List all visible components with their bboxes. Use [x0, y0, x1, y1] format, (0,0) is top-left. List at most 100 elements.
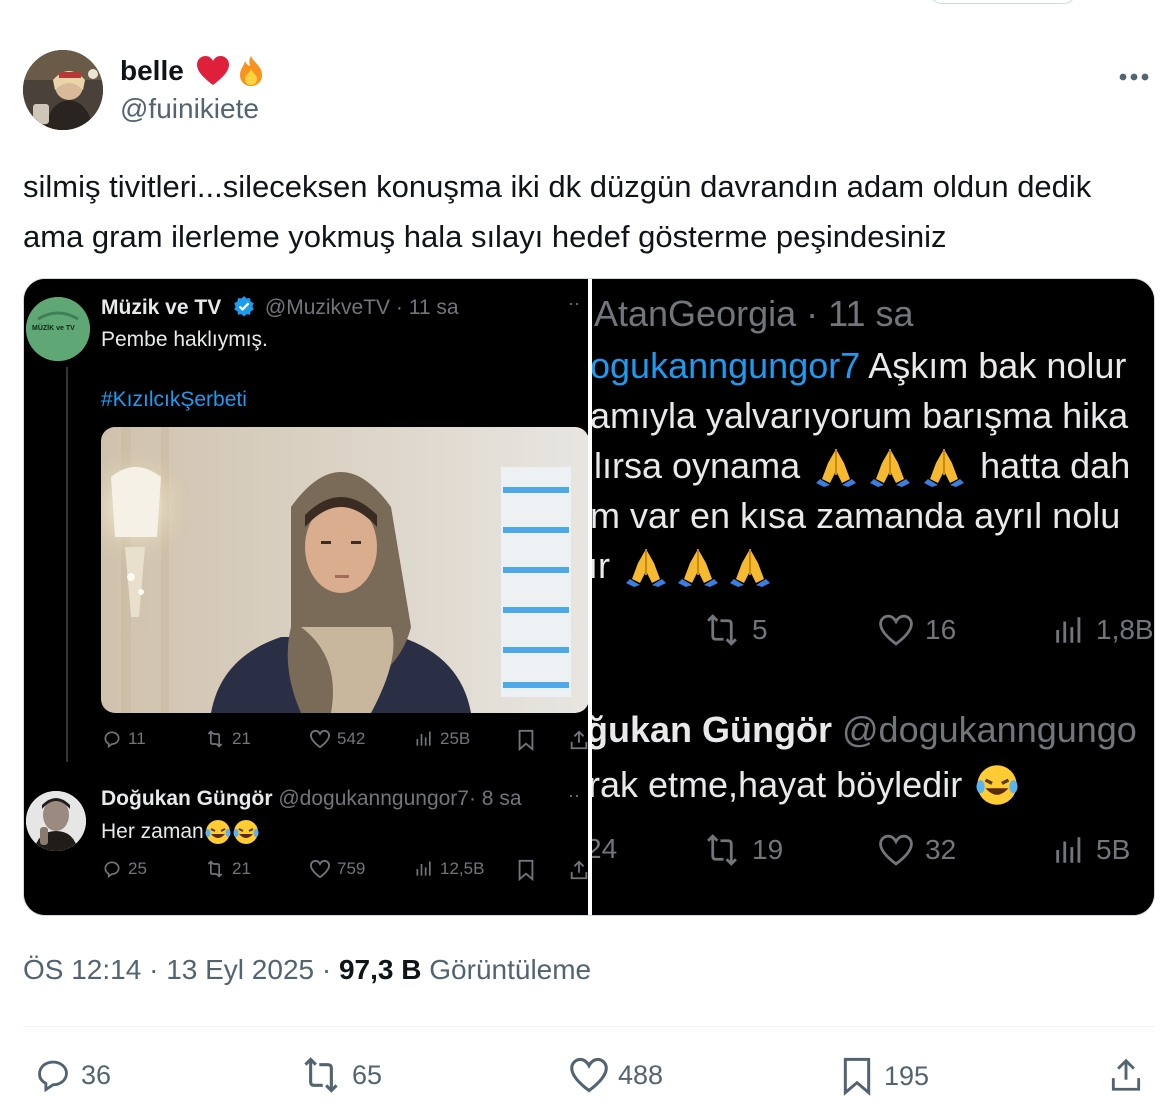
tweet-timestamp: ÖS 12:14 · 13 Eyl 2025 · 97,3 B Görüntül… [23, 954, 591, 986]
views-count[interactable]: 97,3 B [339, 954, 422, 986]
heart-outline-icon [309, 729, 331, 749]
embed2-name: Doğukan Güngör [101, 787, 273, 810]
embed2-time: · 8 sa [468, 787, 522, 810]
praying-hands-group [624, 545, 772, 587]
right-line3a: lırsa oynama [594, 445, 801, 486]
heart-outline-icon [879, 614, 913, 646]
retweet-count: 65 [352, 1059, 383, 1090]
embed1-share-icon [568, 729, 588, 751]
right-header: AtanGeorgia · 11 sa [594, 293, 914, 334]
right-views: 1,8B [1052, 613, 1154, 647]
bookmark-button[interactable]: 195 [838, 1056, 929, 1096]
embed1-text: Pembe haklıymış. [101, 328, 268, 351]
tweet-time[interactable]: ÖS 12:14 [23, 954, 141, 986]
tweet-actions: 36 65 488 195 [23, 1050, 1155, 1100]
views-icon [1056, 617, 1081, 643]
embed1-retweet: 21 [204, 729, 251, 749]
fire-icon [239, 56, 262, 86]
right-line1: ogukanngungor7 Aşkım bak nolur [592, 345, 1126, 387]
praying-hands-icon [626, 549, 666, 587]
heart-outline-icon [570, 1057, 608, 1093]
views-label-spacer [421, 954, 429, 986]
screenshot-left: MÜZİK ve TV Müzik ve TV @MuzikveTV · 11 … [24, 279, 588, 915]
laughing-emoji-icon [976, 765, 1018, 805]
share-button[interactable] [1107, 1056, 1145, 1094]
embed1-more-icon: ·· [568, 293, 580, 313]
reply-icon [104, 731, 120, 749]
reply-count: 36 [81, 1059, 112, 1090]
praying-hands-group [814, 445, 966, 487]
heart-icon [196, 56, 229, 85]
retweet-icon [707, 614, 737, 646]
right-line2: amıyla yalvarıyorum barışma hika [592, 395, 1129, 436]
display-name[interactable]: belle [120, 54, 184, 88]
laughing-emoji-icon [205, 820, 231, 844]
embed2-text-row: Her zaman [101, 819, 260, 845]
right-reply-text: rak etme,hayat böyledir [592, 764, 963, 805]
embed2-handle: @dogukanngungor7 [278, 787, 469, 810]
embed1-photo [101, 427, 588, 713]
separator-dot: · [141, 954, 167, 985]
dogukan-avatar [26, 791, 86, 851]
right-reply-handle: @dogukanngungo [842, 709, 1137, 750]
praying-hands-icon [870, 449, 911, 487]
embed1-handle: @MuzikveTV [264, 296, 391, 319]
right-line3: lırsa oynama hatta dah [594, 445, 1130, 487]
author-names: belle @fuinikiete [120, 54, 268, 126]
praying-hands-icon [678, 549, 718, 587]
praying-hands-icon [816, 449, 857, 487]
embed1-hashtag: #KızılcıkŞerbeti [101, 388, 247, 411]
tweet-header: belle @fuinikiete [23, 50, 1153, 132]
embed2-header: Doğukan Güngör @dogukanngungor7· 8 sa [101, 787, 522, 811]
right-retweet: 5 [702, 613, 768, 647]
reply-icon [104, 861, 120, 879]
embed1-name: Müzik ve TV [101, 296, 222, 319]
right-reply-like: 32 [877, 833, 956, 867]
laughing-emoji-icon [233, 820, 259, 844]
handle[interactable]: @fuinikiete [120, 92, 268, 126]
like-count: 488 [618, 1059, 664, 1090]
right-line3b: hatta dah [980, 445, 1131, 486]
reply-icon [38, 1060, 68, 1093]
right-reply-name: ğukan Güngör [592, 709, 832, 750]
embed1-header: Müzik ve TV @MuzikveTV · 11 sa [101, 295, 459, 320]
embed1-reply: 11 [102, 729, 146, 749]
right-reply-header: ğukan Güngör @dogukanngungo [592, 709, 1137, 751]
right-mention: ogukanngungor7 [592, 345, 861, 386]
praying-hands-icon [730, 549, 770, 587]
screenshot-right: AtanGeorgia · 11 sa ogukanngungor7 Aşkım… [592, 279, 1154, 915]
tweet-date[interactable]: 13 Eyl 2025 [166, 954, 314, 986]
embed1-like: 542 [309, 729, 365, 749]
bookmark-icon [843, 1057, 871, 1096]
like-button[interactable]: 488 [568, 1056, 663, 1094]
verified-badge-icon [234, 296, 254, 317]
display-name-row[interactable]: belle [120, 54, 268, 88]
embed2-share-icon [568, 859, 588, 881]
retweet-button[interactable]: 65 [298, 1056, 382, 1094]
right-reply-text-row: rak etme,hayat böyledir [592, 763, 1020, 807]
embed2-like: 759 [309, 859, 365, 879]
retweet-icon [707, 834, 737, 866]
right-line4: m var en kısa zamanda ayrıl nolu [592, 495, 1121, 536]
bookmark-count: 195 [884, 1060, 930, 1091]
right-reply-retweet: 19 [702, 833, 783, 867]
praying-hands-icon [924, 449, 965, 487]
more-options-icon[interactable] [1119, 56, 1149, 88]
embed2-bookmark-icon [516, 859, 536, 881]
tweet-text: silmiş tivitleri...sileceksen konuşma ik… [23, 169, 1092, 254]
retweet-icon [207, 860, 223, 878]
separator-dot: · [314, 954, 339, 985]
views-icon [1056, 837, 1081, 863]
right-line5: ır [592, 545, 772, 587]
avatar[interactable] [23, 50, 103, 130]
share-icon [1111, 1058, 1141, 1091]
avatar-image [23, 50, 103, 130]
embed1-views: 25B [414, 729, 470, 749]
right-reply-views: 5B [1052, 833, 1130, 867]
embed1-bookmark-icon [516, 729, 536, 751]
reply-button[interactable]: 36 [33, 1056, 111, 1094]
embed2-reply: 25 [102, 859, 147, 879]
views-icon [416, 861, 431, 876]
tweet-media[interactable]: MÜZİK ve TV Müzik ve TV @MuzikveTV · 11 … [23, 278, 1155, 916]
retweet-icon [304, 1057, 338, 1093]
